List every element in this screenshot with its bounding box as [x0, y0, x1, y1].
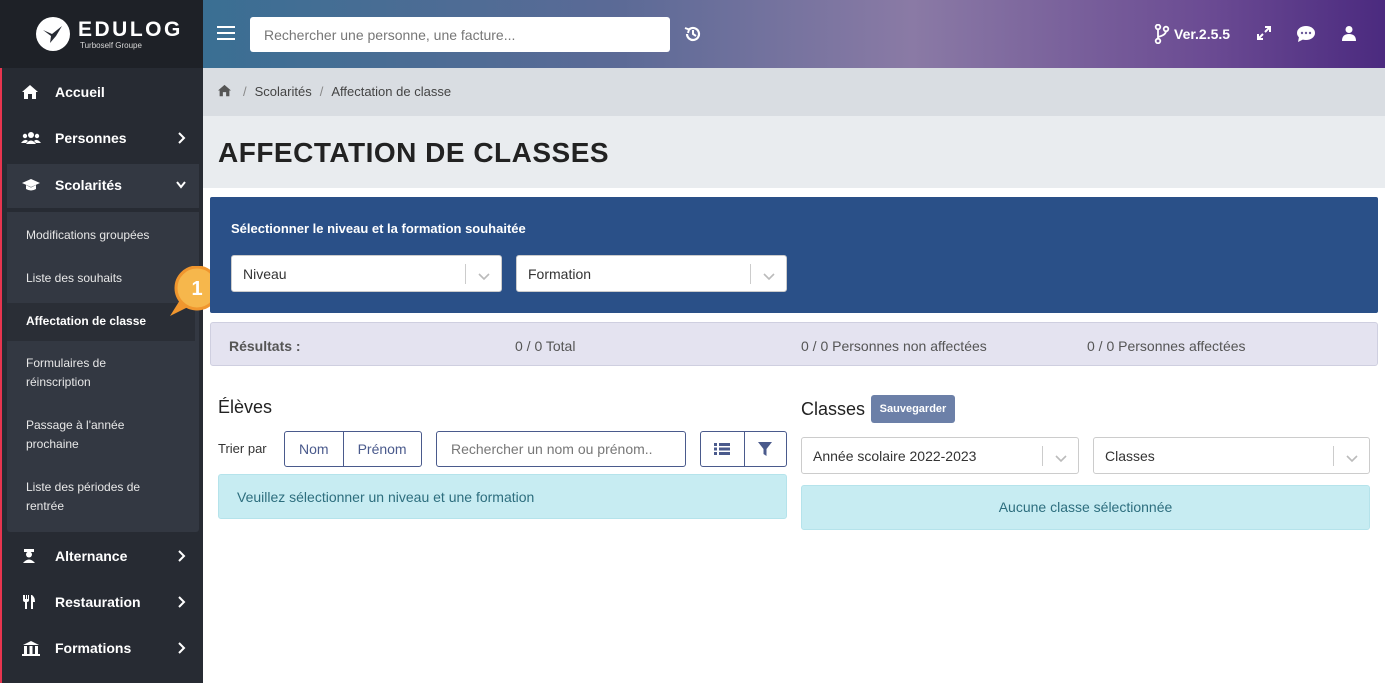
selection-panel-title: Sélectionner le niveau et la formation s… [231, 221, 526, 236]
sidebar-item-label: Accueil [55, 84, 105, 100]
eleves-info-alert: Veuillez sélectionner un niveau et une f… [218, 474, 787, 519]
view-filter-group [700, 431, 787, 467]
sidebar-item-alternance[interactable]: Alternance [7, 535, 199, 579]
sidebar-item-accueil[interactable]: Accueil [7, 71, 199, 115]
utensils-icon [21, 594, 41, 612]
list-view-icon[interactable] [714, 442, 730, 461]
classes-select-value: Classes [1105, 448, 1155, 464]
chevron-down-icon [762, 269, 776, 285]
chevron-down-icon [1054, 451, 1068, 467]
chevron-right-icon [177, 641, 187, 658]
results-non-affectees: 0 / 0 Personnes non affectées [801, 338, 987, 354]
users-icon [21, 130, 41, 148]
version-label: Ver.2.5.5 [1174, 26, 1231, 42]
step-callout-number: 1 [191, 278, 202, 300]
eleve-search-input[interactable] [436, 431, 686, 467]
chat-icon[interactable] [1296, 25, 1316, 48]
building-icon [21, 640, 41, 658]
breadcrumb: / Scolarités / Affectation de classe [203, 68, 1385, 116]
chevron-right-icon [177, 131, 187, 148]
chevron-right-icon [177, 549, 187, 566]
sidebar-item-label: Formations [55, 640, 132, 656]
chevron-down-icon [477, 269, 491, 285]
classes-title: Classes [801, 399, 866, 419]
submenu-item-formulaires[interactable]: Formulaires de réinscription [26, 354, 136, 392]
results-affectees: 0 / 0 Personnes affectées [1087, 338, 1246, 354]
home-icon[interactable] [217, 84, 232, 100]
sort-nom-button[interactable]: Nom [285, 432, 343, 466]
chevron-down-icon [1345, 451, 1359, 467]
results-bar: Résultats : 0 / 0 Total 0 / 0 Personnes … [210, 322, 1378, 366]
sidebar-item-personnes[interactable]: Personnes [7, 117, 199, 161]
niveau-select[interactable]: Niveau [231, 255, 502, 292]
global-search-input[interactable] [250, 17, 670, 52]
sidebar-item-formations[interactable]: Formations [7, 627, 199, 671]
sort-label: Trier par [218, 441, 267, 456]
results-label: Résultats : [229, 338, 301, 354]
classes-info-text: Aucune classe sélectionnée [998, 499, 1173, 515]
sort-prenom-button[interactable]: Prénom [342, 432, 421, 466]
top-bar: Ver.2.5.5 [203, 0, 1385, 68]
page-title: AFFECTATION DE CLASSES [218, 137, 610, 168]
eleves-title: Élèves [218, 397, 273, 417]
submenu-item-affectation[interactable]: Affectation de classe [26, 312, 176, 331]
formation-select-value: Formation [528, 266, 592, 282]
year-select[interactable]: Année scolaire 2022-2023 [801, 437, 1079, 474]
breadcrumb-separator: / [243, 84, 247, 99]
results-total: 0 / 0 Total [515, 338, 576, 354]
home-icon [21, 84, 41, 102]
menu-icon[interactable] [217, 26, 235, 42]
submenu-item-passage[interactable]: Passage à l'année prochaine [26, 416, 136, 454]
page-title-bar: AFFECTATION DE CLASSES [203, 116, 1385, 188]
sidebar-item-label: Restauration [55, 594, 141, 610]
sidebar-item-label: Scolarités [55, 177, 122, 193]
git-branch-icon [1154, 24, 1170, 44]
formation-select[interactable]: Formation [516, 255, 787, 292]
breadcrumb-scolarites[interactable]: Scolarités [255, 84, 312, 99]
user-icon[interactable] [1342, 25, 1356, 46]
classes-info-alert: Aucune classe sélectionnée [801, 485, 1370, 530]
eleves-info-text: Veuillez sélectionner un niveau et une f… [237, 489, 535, 505]
classes-select[interactable]: Classes [1093, 437, 1370, 474]
breadcrumb-affectation: Affectation de classe [331, 84, 452, 99]
selection-panel: Sélectionner le niveau et la formation s… [210, 197, 1378, 313]
submenu-item-periodes[interactable]: Liste des périodes de rentrée [26, 478, 156, 516]
brand-name: EDULOG [78, 18, 183, 41]
sidebar-item-label: Alternance [55, 548, 128, 564]
sidebar-item-scolarites[interactable]: Scolarités [7, 164, 199, 208]
history-icon[interactable] [683, 24, 703, 49]
sidebar-accent-bar [0, 0, 2, 683]
sidebar-item-restauration[interactable]: Restauration [7, 581, 199, 625]
filter-icon[interactable] [758, 441, 772, 462]
save-button[interactable]: Sauvegarder [871, 395, 955, 423]
version-indicator[interactable]: Ver.2.5.5 [1154, 24, 1230, 44]
sidebar-item-label: Personnes [55, 130, 127, 146]
bird-logo-icon [36, 17, 70, 51]
logo[interactable]: EDULOG Turboself Groupe [0, 0, 203, 68]
submenu-item-souhaits[interactable]: Liste des souhaits [26, 269, 176, 288]
worker-icon [21, 548, 41, 566]
sidebar: EDULOG Turboself Groupe Accueil Personne… [0, 0, 203, 683]
breadcrumb-separator: / [319, 84, 324, 99]
brand-subtitle: Turboself Groupe [80, 41, 142, 50]
chevron-down-icon [175, 178, 187, 194]
graduation-cap-icon [21, 177, 41, 195]
niveau-select-value: Niveau [243, 266, 287, 282]
expand-icon[interactable] [1256, 25, 1272, 46]
sort-button-group: Nom Prénom [284, 431, 422, 467]
chevron-right-icon [177, 595, 187, 612]
year-select-value: Année scolaire 2022-2023 [813, 448, 977, 464]
submenu-item-modifications[interactable]: Modifications groupées [26, 226, 176, 245]
